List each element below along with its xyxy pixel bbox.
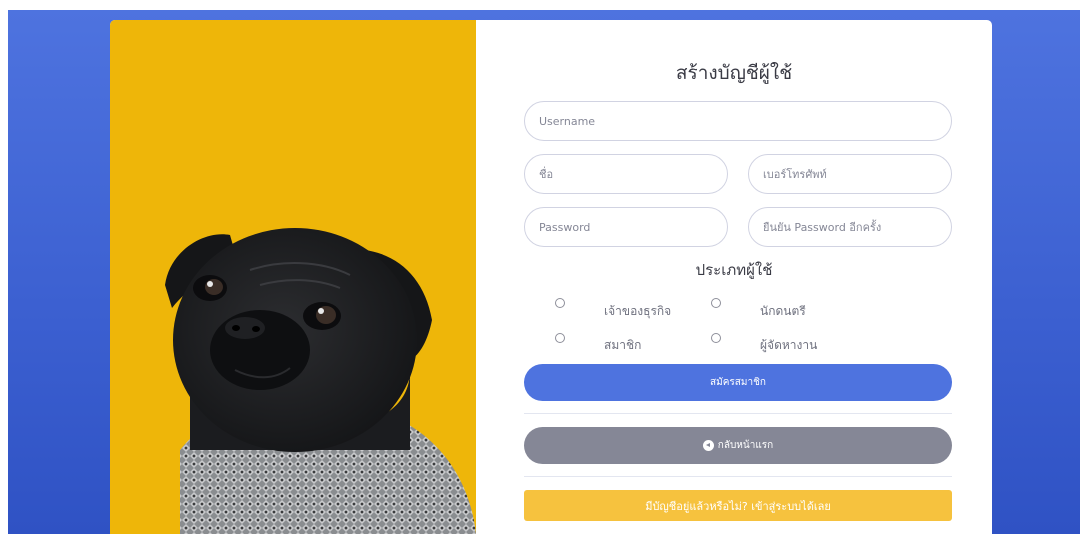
name-input[interactable] xyxy=(524,154,728,194)
confirm-password-input[interactable] xyxy=(748,207,952,247)
radio-member[interactable] xyxy=(555,333,565,343)
radio-musician[interactable] xyxy=(711,298,721,308)
register-card: สร้างบัญชีผู้ใช้ ประเภทผู้ใช้ เจ้าของธุร… xyxy=(110,20,992,534)
register-button-label: สมัครสมาชิก xyxy=(710,377,766,388)
page-title: สร้างบัญชีผู้ใช้ xyxy=(675,62,793,84)
username-input[interactable] xyxy=(524,101,952,141)
pug-image xyxy=(165,228,476,534)
divider xyxy=(524,476,952,477)
divider xyxy=(524,413,952,414)
register-button[interactable]: สมัครสมาชิก xyxy=(524,364,952,401)
radio-recruiter[interactable] xyxy=(711,333,721,343)
user-type-title: ประเภทผู้ใช้ xyxy=(695,261,773,279)
back-home-button[interactable]: กลับหน้าแรก xyxy=(524,427,952,464)
radio-label-musician: นักดนตรี xyxy=(760,304,806,318)
password-input[interactable] xyxy=(524,207,728,247)
arrow-circle-left-icon xyxy=(702,440,714,451)
back-home-label: กลับหน้าแรก xyxy=(717,440,774,451)
login-link-button[interactable]: มีบัญชีอยู่แล้วหรือไม่? เข้าสู่ระบบได้เล… xyxy=(524,490,952,521)
radio-label-member: สมาชิก xyxy=(604,338,642,352)
register-form: สร้างบัญชีผู้ใช้ ประเภทผู้ใช้ เจ้าของธุร… xyxy=(476,20,992,534)
radio-label-business-owner: เจ้าของธุรกิจ xyxy=(604,304,672,318)
radio-label-recruiter: ผู้จัดหางาน xyxy=(760,338,818,352)
login-link-label: มีบัญชีอยู่แล้วหรือไม่? เข้าสู่ระบบได้เล… xyxy=(645,499,831,513)
radio-business-owner[interactable] xyxy=(555,298,565,308)
phone-input[interactable] xyxy=(748,154,952,194)
pug-photo xyxy=(110,20,476,534)
